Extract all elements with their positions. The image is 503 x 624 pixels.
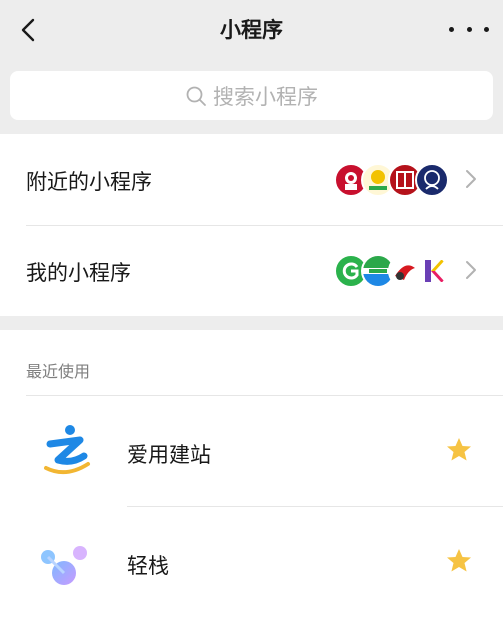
search-input[interactable]: 搜索小程序	[10, 71, 493, 120]
navigation-bar: 小程序	[0, 0, 503, 60]
more-button[interactable]	[449, 14, 489, 44]
aiyong-jianzhan-icon	[44, 425, 90, 475]
chevron-right-icon	[466, 170, 476, 188]
recent-item-label: 轻栈	[127, 554, 169, 578]
search-placeholder: 搜索小程序	[213, 84, 318, 109]
recent-section: 最近使用 爱用建站 轻栈	[0, 330, 503, 624]
nearby-logo-stack	[334, 163, 449, 197]
chef-logo	[415, 163, 449, 197]
page-title: 小程序	[220, 18, 283, 42]
more-dot	[484, 26, 489, 32]
qingzhan-icon	[41, 546, 87, 585]
recent-section-title: 最近使用	[26, 362, 91, 381]
search-icon	[186, 86, 206, 106]
mini-program-menu: 附近的小程序 我的小程序	[0, 134, 503, 316]
k-logo	[415, 254, 449, 288]
more-dots-icon	[449, 26, 454, 32]
nearby-mini-programs-row[interactable]: 附近的小程序	[0, 134, 503, 226]
chevron-right-icon	[466, 261, 476, 279]
more-dot	[466, 26, 472, 32]
recent-item-label: 爱用建站	[127, 443, 211, 467]
my-mini-programs-row[interactable]: 我的小程序	[0, 225, 503, 316]
nearby-mini-programs-label: 附近的小程序	[26, 170, 152, 194]
recent-item[interactable]: 爱用建站	[0, 396, 503, 507]
recent-item[interactable]: 轻栈	[0, 507, 503, 617]
star-icon[interactable]	[445, 436, 473, 464]
star-icon[interactable]	[445, 547, 473, 575]
my-mini-programs-label: 我的小程序	[26, 261, 131, 285]
my-logo-stack	[334, 254, 449, 288]
